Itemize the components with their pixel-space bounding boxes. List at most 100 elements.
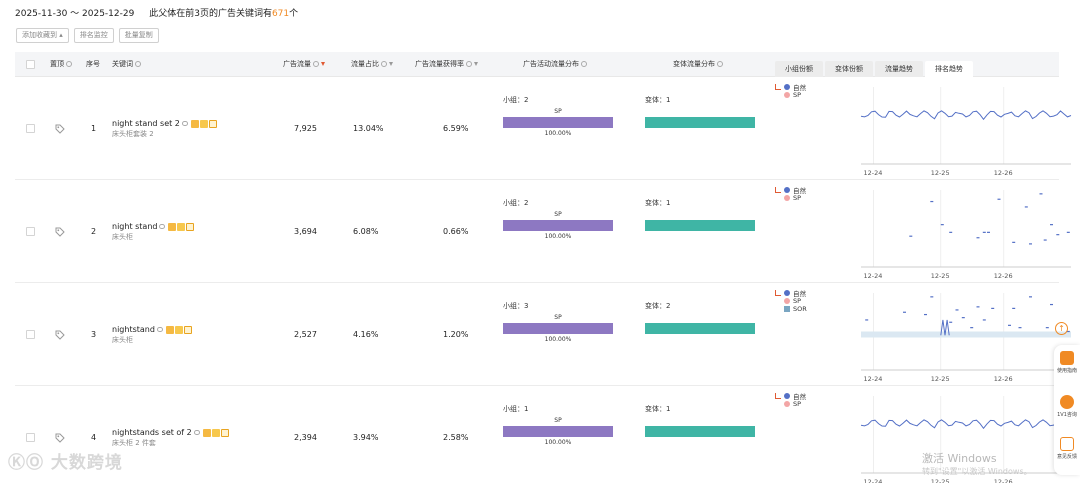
tag-icon[interactable] [55,227,65,237]
row-checkbox[interactable] [26,433,35,442]
box-icon[interactable] [220,428,229,437]
keyword-badges [168,222,195,231]
tab-1[interactable]: 变体份额 [825,61,873,77]
keyword-line: nightstand [112,325,192,334]
chart-legend: 自然 SP [775,186,806,202]
tag-icon[interactable] [55,433,65,443]
comment-icon[interactable] [159,224,166,229]
table-header: 置顶 序号 关键词 广告流量 流量占比 广告流量获得率 广告活动流量分布 变体流… [15,52,1059,77]
keyword-line: night stand [112,222,195,231]
legend-label: SOR [793,305,807,313]
bar-series-label: SP [554,417,562,424]
keyword-cell: nightstand 床头柜 [112,325,192,345]
col-ad-traffic[interactable]: 广告流量 [283,52,325,77]
pin-icon[interactable] [177,222,186,231]
keyword-text[interactable]: night stand [112,222,157,231]
table-row: 4 nightstands set of 2 床头柜 2 件套 2,394 3.94% 2… [15,386,1072,483]
campaign-share-bar[interactable] [503,220,613,231]
line-chart-icon[interactable] [775,290,781,296]
ad-traffic-rate-value: 2.58% [443,433,469,442]
line-chart-icon[interactable] [775,187,781,193]
comment-icon[interactable] [181,121,188,126]
legend-item[interactable]: SP [775,91,806,99]
pin-icon[interactable] [199,119,208,128]
row-checkbox[interactable] [26,330,35,339]
comment-icon[interactable] [193,430,200,435]
batch-copy-button[interactable]: 批量复制 [118,28,159,43]
x-tick-label: 12-25 [931,478,950,483]
add-favorite-button[interactable]: 添加收藏到 ▴ [16,28,69,43]
summary-prefix: 此父体在前3页的广告关键词有 [149,9,272,19]
tab-2[interactable]: 流量趋势 [875,61,923,77]
keyword-translation: 床头柜 [112,336,133,344]
legend-item[interactable]: 自然 [775,392,806,401]
keyword-text[interactable]: nightstands set of 2 [112,428,192,437]
comment-icon[interactable] [156,327,163,332]
rank-monitor-button[interactable]: 排名监控 [73,28,114,43]
keyword-cell: nightstands set of 2 床头柜 2 件套 [112,428,229,448]
legend-item[interactable]: SP [775,194,806,202]
ad-traffic-rate-value: 1.20% [443,330,469,339]
legend-item[interactable]: 自然 [775,186,806,195]
windows-watermark: 激活 Windows [922,452,997,465]
box-icon[interactable] [186,222,195,231]
col-traffic-share[interactable]: 流量占比 [351,52,393,77]
sort-desc-icon [321,62,325,66]
folder-icon[interactable] [168,222,177,231]
help-icon [313,61,319,67]
folder-icon[interactable] [190,119,199,128]
legend-item[interactable]: SOR [775,305,807,313]
keyword-text[interactable]: night stand set 2 [112,119,180,128]
variant-share-bar[interactable] [645,323,755,334]
feedback-button[interactable]: 意见反馈 [1054,437,1080,460]
folder-icon[interactable] [165,325,174,334]
col-pin: 置顶 [50,52,72,77]
variant-share-bar[interactable] [645,117,755,128]
headset-icon [1060,395,1074,409]
select-all-checkbox[interactable] [26,60,35,69]
tag-icon[interactable] [55,330,65,340]
tab-0[interactable]: 小组份额 [775,61,823,77]
guide-button[interactable]: 使用指南 [1054,351,1080,374]
campaign-share-bar[interactable] [503,426,613,437]
x-tick-label: 12-25 [931,272,950,280]
line-chart-icon[interactable] [775,393,781,399]
tab-3[interactable]: 排名趋势 [925,61,973,77]
box-icon[interactable] [183,325,192,334]
scroll-top-icon[interactable]: ↑ [1055,322,1068,335]
keyword-badges [202,428,229,437]
col-ad-traffic-rate[interactable]: 广告流量获得率 [415,52,478,77]
legend-swatch [784,195,790,201]
rank-trend-chart[interactable]: 12-24 12-25 12-26 [853,83,1074,178]
legend-swatch [784,187,790,193]
keyword-text[interactable]: nightstand [112,325,155,334]
toolbar: 添加收藏到 ▴ 排名监控 批量复制 [16,28,159,43]
traffic-share-value: 3.94% [353,433,379,442]
campaign-share-bar[interactable] [503,117,613,128]
box-icon[interactable] [208,119,217,128]
legend-item[interactable]: SP [775,297,807,305]
ad-traffic-value: 7,925 [294,124,317,133]
row-index: 1 [91,124,97,133]
pin-icon[interactable] [211,428,220,437]
variant-count-label: 变体：1 [645,199,671,207]
line-chart-icon[interactable] [775,84,781,90]
consult-button[interactable]: 1V1咨询 [1054,395,1080,418]
legend-swatch [784,401,790,407]
legend-item[interactable]: 自然 [775,83,806,92]
variant-share-bar[interactable] [645,426,755,437]
tag-icon[interactable] [55,124,65,134]
chart-legend: 自然 SP SOR [775,289,807,313]
legend-item[interactable]: SP [775,400,806,408]
pin-icon[interactable] [174,325,183,334]
group-count-label: 小组：1 [503,405,529,413]
rank-trend-chart[interactable]: 12-24 12-25 12-26 [853,186,1074,281]
folder-icon[interactable] [202,428,211,437]
variant-share-bar[interactable] [645,220,755,231]
legend-item[interactable]: 自然 [775,289,807,298]
row-checkbox[interactable] [26,124,35,133]
bar-series-label: SP [554,108,562,115]
campaign-share-bar[interactable] [503,323,613,334]
row-checkbox[interactable] [26,227,35,236]
rank-trend-chart[interactable]: 12-24 12-25 12-26 [853,289,1074,384]
